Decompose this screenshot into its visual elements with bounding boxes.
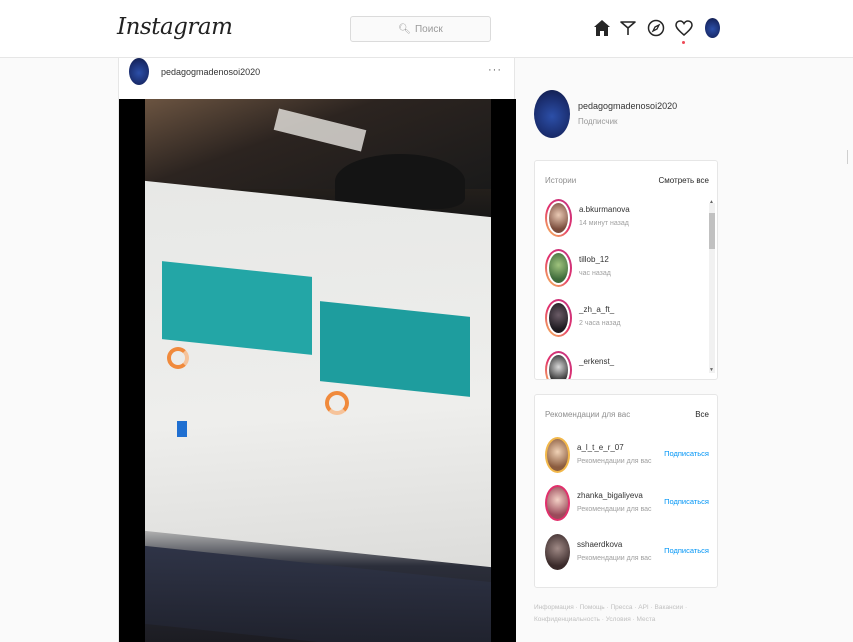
follow-button[interactable]: Подписаться (664, 449, 709, 458)
follow-button[interactable]: Подписаться (664, 546, 709, 555)
suggestions-panel: Рекомендации для вас Все a_l_t_e_r_07 Ре… (534, 394, 718, 588)
story-time: час назад (579, 270, 611, 277)
page-edge-mark (842, 150, 848, 164)
story-username: _zh_a_ft_ (579, 305, 615, 314)
story-item[interactable]: a.bkurmanova 14 минут назад (545, 199, 705, 239)
stories-panel: Истории Смотреть все a.bkurmanova 14 мин… (534, 160, 718, 380)
sidebar-profile-avatar[interactable] (534, 90, 570, 138)
story-username: a.bkurmanova (579, 205, 630, 214)
top-navigation-bar: Instagram 🔍︎ Поиск (0, 0, 853, 58)
story-item[interactable]: _zh_a_ft_ 2 часа назад (545, 299, 705, 339)
post-author-avatar[interactable] (129, 58, 149, 85)
suggestion-username[interactable]: sshaerdkova (577, 540, 622, 549)
more-options-icon[interactable]: ··· (488, 64, 502, 76)
suggestion-username[interactable]: zhanka_bigaliyeva (577, 491, 643, 500)
post-header: pedagogmadenosoi2020 ··· (119, 58, 514, 98)
suggestion-description: Рекомендации для вас (577, 458, 652, 465)
video-blue-block (177, 421, 187, 437)
stories-scrollbar[interactable] (709, 203, 715, 373)
heart-icon[interactable] (673, 17, 695, 44)
story-item[interactable]: _erkenst_ (545, 351, 705, 379)
story-avatar-ring (545, 299, 572, 337)
suggestion-item: a_l_t_e_r_07 Рекомендации для вас Подпис… (545, 437, 715, 477)
story-avatar-ring (545, 249, 572, 287)
instagram-logo[interactable]: Instagram (117, 14, 233, 40)
home-icon[interactable] (591, 17, 613, 39)
story-avatar-ring (545, 351, 572, 379)
suggestion-avatar[interactable] (545, 485, 570, 521)
sidebar-subtitle: Подписчик (578, 117, 618, 126)
suggestion-item: sshaerdkova Рекомендации для вас Подписа… (545, 534, 715, 574)
story-avatar-ring (545, 199, 572, 237)
search-input[interactable]: 🔍︎ Поиск (350, 16, 491, 42)
search-icon: 🔍︎ (398, 23, 411, 35)
story-username: tillob_12 (579, 255, 609, 264)
stories-scrollbar-thumb[interactable] (709, 213, 715, 249)
video-person-silhouette (335, 154, 465, 209)
story-time: 14 минут назад (579, 220, 629, 227)
story-time: 2 часа назад (579, 320, 621, 327)
suggestions-title: Рекомендации для вас (545, 410, 631, 419)
suggestion-avatar[interactable] (545, 437, 570, 473)
suggestions-see-all-link[interactable]: Все (695, 410, 709, 419)
stories-title: Истории (545, 176, 577, 185)
footer-links[interactable]: Информация · Помощь · Пресса · API · Вак… (534, 602, 724, 626)
stories-watch-all-link[interactable]: Смотреть все (658, 176, 709, 185)
video-frame (145, 99, 491, 642)
direct-icon[interactable] (617, 17, 639, 39)
post-author-username[interactable]: pedagogmadenosoi2020 (161, 67, 260, 77)
suggestion-avatar[interactable] (545, 534, 570, 570)
video-progress-ring-left (167, 347, 189, 369)
explore-icon[interactable] (645, 17, 667, 39)
notification-dot (682, 41, 685, 44)
suggestion-description: Рекомендации для вас (577, 555, 652, 562)
follow-button[interactable]: Подписаться (664, 497, 709, 506)
scroll-down-arrow-icon[interactable]: ▼ (709, 367, 714, 373)
search-placeholder: Поиск (414, 23, 443, 35)
post-video[interactable] (119, 99, 516, 642)
profile-avatar[interactable] (701, 17, 723, 39)
video-teal-panel-right (320, 301, 470, 397)
sidebar-username[interactable]: pedagogmadenosoi2020 (578, 101, 677, 111)
video-progress-ring-right (325, 391, 349, 415)
video-teal-panel-left (162, 261, 312, 355)
suggestion-username[interactable]: a_l_t_e_r_07 (577, 443, 624, 452)
suggestion-description: Рекомендации для вас (577, 506, 652, 513)
story-item[interactable]: tillob_12 час назад (545, 249, 705, 289)
scroll-up-arrow-icon[interactable]: ▲ (709, 199, 714, 205)
feed-post: pedagogmadenosoi2020 ··· (118, 58, 516, 642)
story-username: _erkenst_ (579, 357, 615, 366)
suggestion-item: zhanka_bigaliyeva Рекомендации для вас П… (545, 485, 715, 525)
